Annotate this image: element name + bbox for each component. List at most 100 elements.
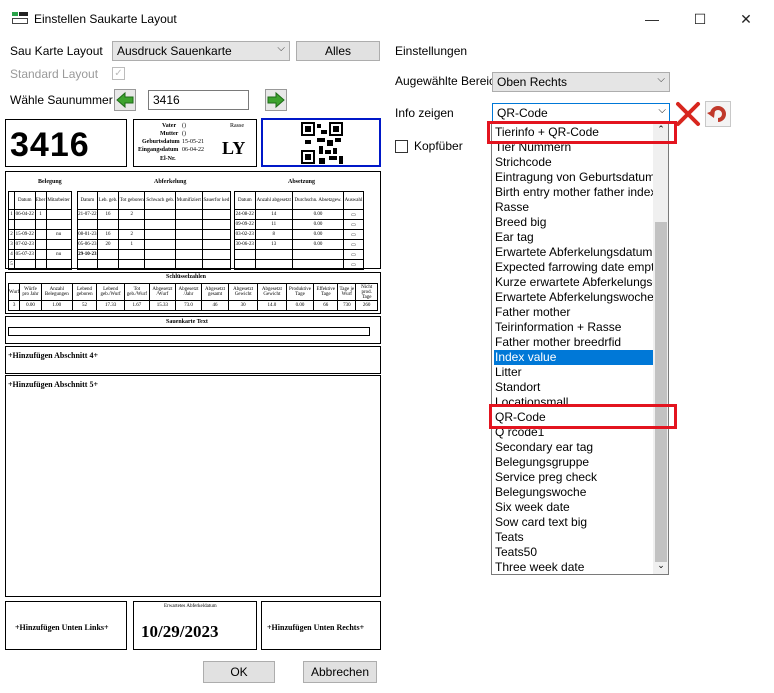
undo-icon bbox=[707, 106, 726, 122]
preview-top-left[interactable]: 3416 bbox=[5, 119, 127, 167]
kopfueber-label: Kopfüber bbox=[414, 139, 463, 153]
list-item[interactable]: Strichcode bbox=[494, 155, 653, 170]
chevron-down-icon: ⌵ bbox=[658, 105, 666, 116]
expected-farrowing-date: 10/29/2023 bbox=[141, 622, 219, 641]
list-item-selected[interactable]: Index value bbox=[494, 350, 653, 365]
kopfueber-checkbox[interactable] bbox=[395, 140, 408, 153]
window-title: Einstellen Saukarte Layout bbox=[34, 12, 177, 26]
bottom-right-section[interactable]: +Hinzufügen Unten Rechts+ bbox=[261, 601, 381, 650]
layout-combo-value: Ausdruck Sauenkarte bbox=[117, 44, 232, 58]
table-row: 2 15-09-22 nu 08-01-23 16 2 03-02-23 8 0.00 ▭ bbox=[8, 229, 365, 240]
mutter-label: Mutter bbox=[160, 131, 179, 137]
sow-number-input[interactable] bbox=[148, 90, 249, 110]
list-item[interactable]: Belegungswoche bbox=[494, 485, 653, 500]
vater-value: () bbox=[182, 123, 186, 129]
add-bottom-right-label: +Hinzufügen Unten Rechts+ bbox=[267, 623, 365, 632]
list-item[interactable]: Birth entry mother father index bbox=[494, 185, 653, 200]
list-item[interactable]: Father mother bbox=[494, 305, 653, 320]
rasse-label: Rasse bbox=[230, 123, 244, 129]
maximize-button[interactable]: ☐ bbox=[678, 6, 722, 32]
info-label: Info zeigen bbox=[395, 106, 454, 120]
list-item[interactable]: Teats bbox=[494, 530, 653, 545]
info-dropdown-list[interactable]: Tierinfo + QR-Code Tier Nummern Strichco… bbox=[491, 121, 669, 575]
col-header: Schwach geb. bbox=[144, 191, 176, 210]
scrollbar-thumb[interactable] bbox=[655, 222, 667, 562]
annotation-highlight-box bbox=[489, 404, 677, 429]
add-bottom-left-label: +Hinzufügen Unten Links+ bbox=[15, 623, 109, 632]
bottom-middle-section[interactable]: Erwartetes Abferkeldatum 10/29/2023 bbox=[133, 601, 257, 650]
abferkelung-header: Abferkelung bbox=[154, 179, 187, 185]
geburtsdatum-label: Geburtsdatum bbox=[142, 139, 180, 145]
list-item[interactable]: Six week date bbox=[494, 500, 653, 515]
list-item[interactable]: Kurze erwartete Abferkelungsd bbox=[494, 275, 653, 290]
qr-code-icon bbox=[301, 122, 343, 164]
list-item[interactable]: Father mother breedrfid bbox=[494, 335, 653, 350]
list-item[interactable]: Belegungsgruppe bbox=[494, 455, 653, 470]
key-figures-table: Wurf Würfe pro Jahr Anzahl Belegungen Leben… bbox=[7, 283, 378, 311]
list-item[interactable]: Sow card text big bbox=[494, 515, 653, 530]
sow-card-text-title: Sauenkarte Text bbox=[166, 319, 208, 325]
section-5[interactable]: +Hinzufügen Abschnitt 5+ bbox=[5, 375, 381, 597]
info-combo[interactable]: QR-Code ⌵ bbox=[492, 103, 670, 123]
layout-combo[interactable]: Ausdruck Sauenkarte ⌵ bbox=[112, 41, 290, 61]
minimize-button[interactable]: — bbox=[630, 6, 674, 32]
standard-layout-checkbox: ✓ bbox=[112, 67, 125, 80]
col-header: Eber bbox=[34, 191, 47, 210]
key-figures-title: Schlüsselzahlen bbox=[166, 274, 207, 280]
close-button[interactable]: ✕ bbox=[724, 6, 768, 32]
list-item[interactable]: Erwartete Abferkelungswoche bbox=[494, 290, 653, 305]
layout-label: Sau Karte Layout bbox=[10, 44, 103, 58]
list-item[interactable]: Breed big bbox=[494, 215, 653, 230]
alles-button[interactable]: Alles bbox=[296, 41, 380, 61]
preview-top-middle[interactable]: Vater () Rasse Mutter () Geburtsdatum 15… bbox=[133, 119, 257, 167]
app-icon bbox=[12, 12, 28, 24]
key-figures-section[interactable]: Schlüsselzahlen Wurf Würfe pro Jahr Anzahl… bbox=[5, 272, 381, 314]
history-table: Datum Eber Mitarbeiter Datum Leb. geb. T… bbox=[8, 191, 365, 270]
next-sow-button[interactable] bbox=[265, 89, 287, 111]
col-header: Datum bbox=[234, 191, 256, 210]
vater-label: Vater bbox=[162, 123, 177, 129]
arrow-left-icon bbox=[116, 91, 134, 109]
bottom-left-section[interactable]: +Hinzufügen Unten Links+ bbox=[5, 601, 127, 650]
annotation-highlight-box bbox=[487, 121, 677, 144]
sow-card-text-section[interactable]: Sauenkarte Text bbox=[5, 316, 381, 344]
col-header: Leb. geb. bbox=[97, 191, 119, 210]
absetzung-header: Absetzung bbox=[288, 179, 316, 185]
col-header: Mitarbeiter bbox=[45, 191, 72, 210]
previous-sow-button[interactable] bbox=[114, 89, 136, 111]
list-item[interactable]: Litter bbox=[494, 365, 653, 380]
preview-top-right[interactable] bbox=[261, 118, 381, 167]
history-section[interactable]: Belegung Abferkelung Absetzung Datum Ebe… bbox=[5, 171, 381, 270]
eingangsdatum-value: 06-04-22 bbox=[182, 147, 204, 153]
col-header: Anzahl abgesetzt bbox=[254, 191, 293, 210]
list-item[interactable]: Rasse bbox=[494, 200, 653, 215]
id-label: El-Nr. bbox=[160, 156, 176, 162]
ok-button[interactable]: OK bbox=[203, 661, 275, 683]
list-item[interactable]: Secondary ear tag bbox=[494, 440, 653, 455]
list-item[interactable]: Erwartete Abferkelungsdatum bbox=[494, 245, 653, 260]
delete-button[interactable] bbox=[675, 101, 701, 127]
preview-code: LY bbox=[222, 138, 246, 158]
add-section-5-label: +Hinzufügen Abschnitt 5+ bbox=[8, 380, 99, 389]
list-item[interactable]: Expected farrowing date empt bbox=[494, 260, 653, 275]
list-item[interactable]: Standort bbox=[494, 380, 653, 395]
area-combo[interactable]: Oben Rechts ⌵ bbox=[492, 72, 670, 92]
list-item[interactable]: Service preg check bbox=[494, 470, 653, 485]
geburtsdatum-value: 15-05-21 bbox=[182, 139, 204, 145]
list-item[interactable]: Teats50 bbox=[494, 545, 653, 560]
list-item[interactable]: Ear tag bbox=[494, 230, 653, 245]
preview-sow-number: 3416 bbox=[10, 126, 90, 164]
cancel-button[interactable]: Abbrechen bbox=[303, 661, 377, 683]
table-row: 3 0.00 1.00 52 17.33 1.67 15.33 73.0 46 30 14.0 0.0… bbox=[7, 300, 378, 311]
col-header: Auswahl bbox=[342, 191, 365, 210]
chevron-down-icon: ⌵ bbox=[657, 74, 665, 85]
mutter-value: () bbox=[182, 131, 186, 137]
section-4[interactable]: +Hinzufügen Abschnitt 4+ bbox=[5, 346, 381, 374]
list-item[interactable]: Eintragung von Geburtsdatum bbox=[494, 170, 653, 185]
belegung-header: Belegung bbox=[38, 179, 62, 185]
refresh-button[interactable] bbox=[705, 101, 731, 127]
list-item[interactable]: Teirinformation + Rasse bbox=[494, 320, 653, 335]
list-item[interactable]: Three week date bbox=[494, 560, 653, 574]
chevron-down-icon[interactable]: ⌄ bbox=[655, 560, 667, 572]
title-bar: Einstellen Saukarte Layout — ☐ ✕ bbox=[0, 0, 774, 38]
